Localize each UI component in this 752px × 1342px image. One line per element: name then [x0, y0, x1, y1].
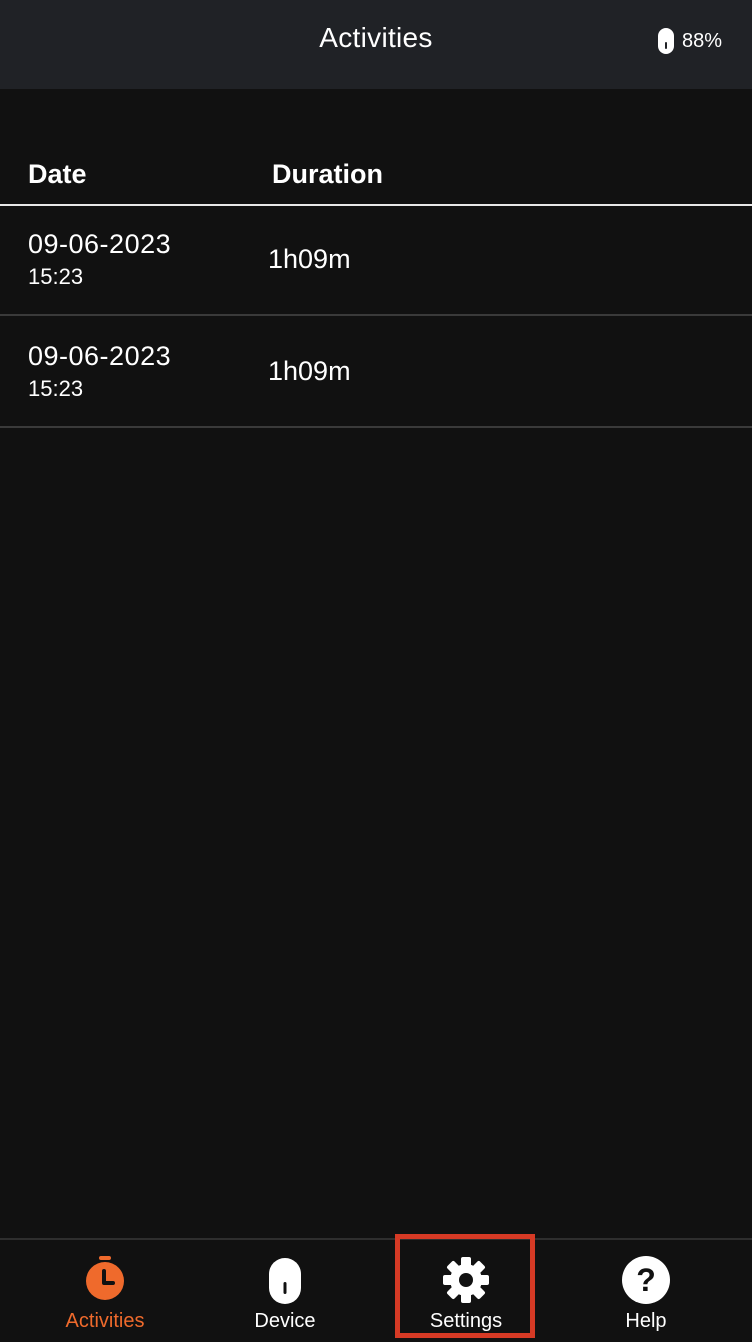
tab-label: Device	[254, 1310, 316, 1332]
activity-duration: 1h09m	[268, 356, 351, 386]
tab-device[interactable]: Device	[191, 1240, 379, 1342]
tab-activities[interactable]: Activities	[11, 1240, 199, 1342]
tab-label: Activities	[65, 1310, 145, 1332]
bottom-tab-bar: Activities Device Settings ? Help	[0, 1238, 752, 1342]
activity-row[interactable]: 09-06-2023 15:23 1h09m	[0, 204, 752, 316]
tab-settings[interactable]: Settings	[372, 1240, 560, 1342]
activity-time: 15:23	[28, 376, 84, 401]
tab-label: Settings	[429, 1310, 503, 1332]
activity-row[interactable]: 09-06-2023 15:23 1h09m	[0, 316, 752, 428]
tab-label: Help	[625, 1310, 667, 1332]
activity-date: 09-06-2023	[28, 341, 172, 371]
device-battery-icon	[657, 28, 674, 54]
device-icon	[269, 1258, 301, 1304]
table-header: Date Duration	[0, 140, 752, 206]
activity-time: 15:23	[28, 264, 84, 289]
page-title: Activities	[319, 22, 433, 53]
activity-date: 09-06-2023	[28, 229, 172, 259]
battery-percentage: 88%	[681, 29, 722, 52]
column-header-duration: Duration	[272, 159, 383, 189]
battery-status: 88%	[657, 28, 722, 54]
gear-icon	[443, 1257, 489, 1303]
activity-duration: 1h09m	[268, 244, 351, 274]
tab-help[interactable]: ? Help	[552, 1240, 740, 1342]
column-header-date: Date	[28, 159, 87, 189]
help-icon: ?	[622, 1256, 670, 1304]
app-header: Activities 88%	[0, 0, 752, 89]
svg-text:?: ?	[636, 1262, 656, 1298]
stopwatch-icon	[86, 1256, 124, 1300]
